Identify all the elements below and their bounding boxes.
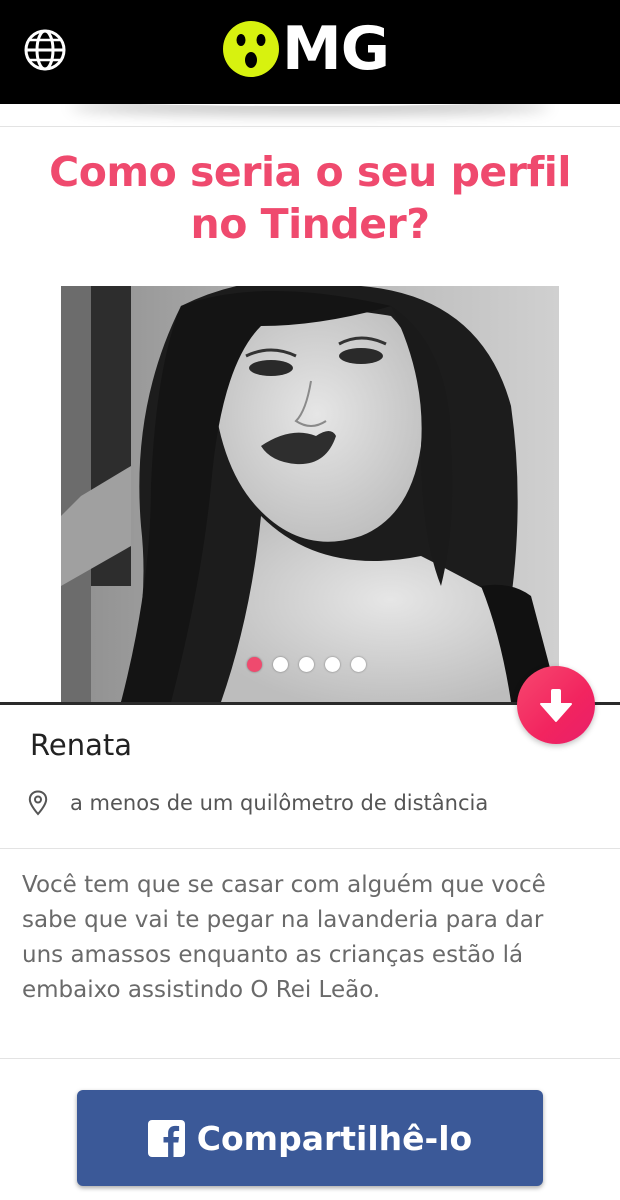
surprised-face-icon [223,21,279,77]
divider [0,126,620,127]
share-facebook-button[interactable]: Compartilhê-lo [77,1090,543,1186]
pagination-dot[interactable] [273,657,288,672]
pagination-dot[interactable] [325,657,340,672]
portrait-image [61,286,559,702]
globe-icon[interactable] [22,27,68,73]
facebook-icon [147,1119,185,1157]
top-bar: MG [0,0,620,104]
distance-text: a menos de um quilômetro de distância [70,791,489,815]
pagination-dot[interactable] [299,657,314,672]
profile-name: Renata [30,728,132,762]
page-title: Como seria o seu perfil no Tinder? [49,148,571,248]
header-shadow [70,92,550,106]
divider [0,848,620,849]
pagination-dot-active[interactable] [247,657,262,672]
profile-photo[interactable] [61,286,559,702]
omg-logo[interactable]: MG [222,14,390,84]
photo-pagination [247,657,366,672]
arrow-down-icon [540,689,572,722]
divider [0,1058,620,1059]
expand-profile-button[interactable] [517,666,595,744]
profile-bio: Você tem que se casar com alguém que voc… [22,872,546,1003]
location-pin-icon [28,790,48,816]
pagination-dot[interactable] [351,657,366,672]
logo-text: MG [282,14,390,84]
share-button-label: Compartilhê-lo [196,1118,473,1158]
